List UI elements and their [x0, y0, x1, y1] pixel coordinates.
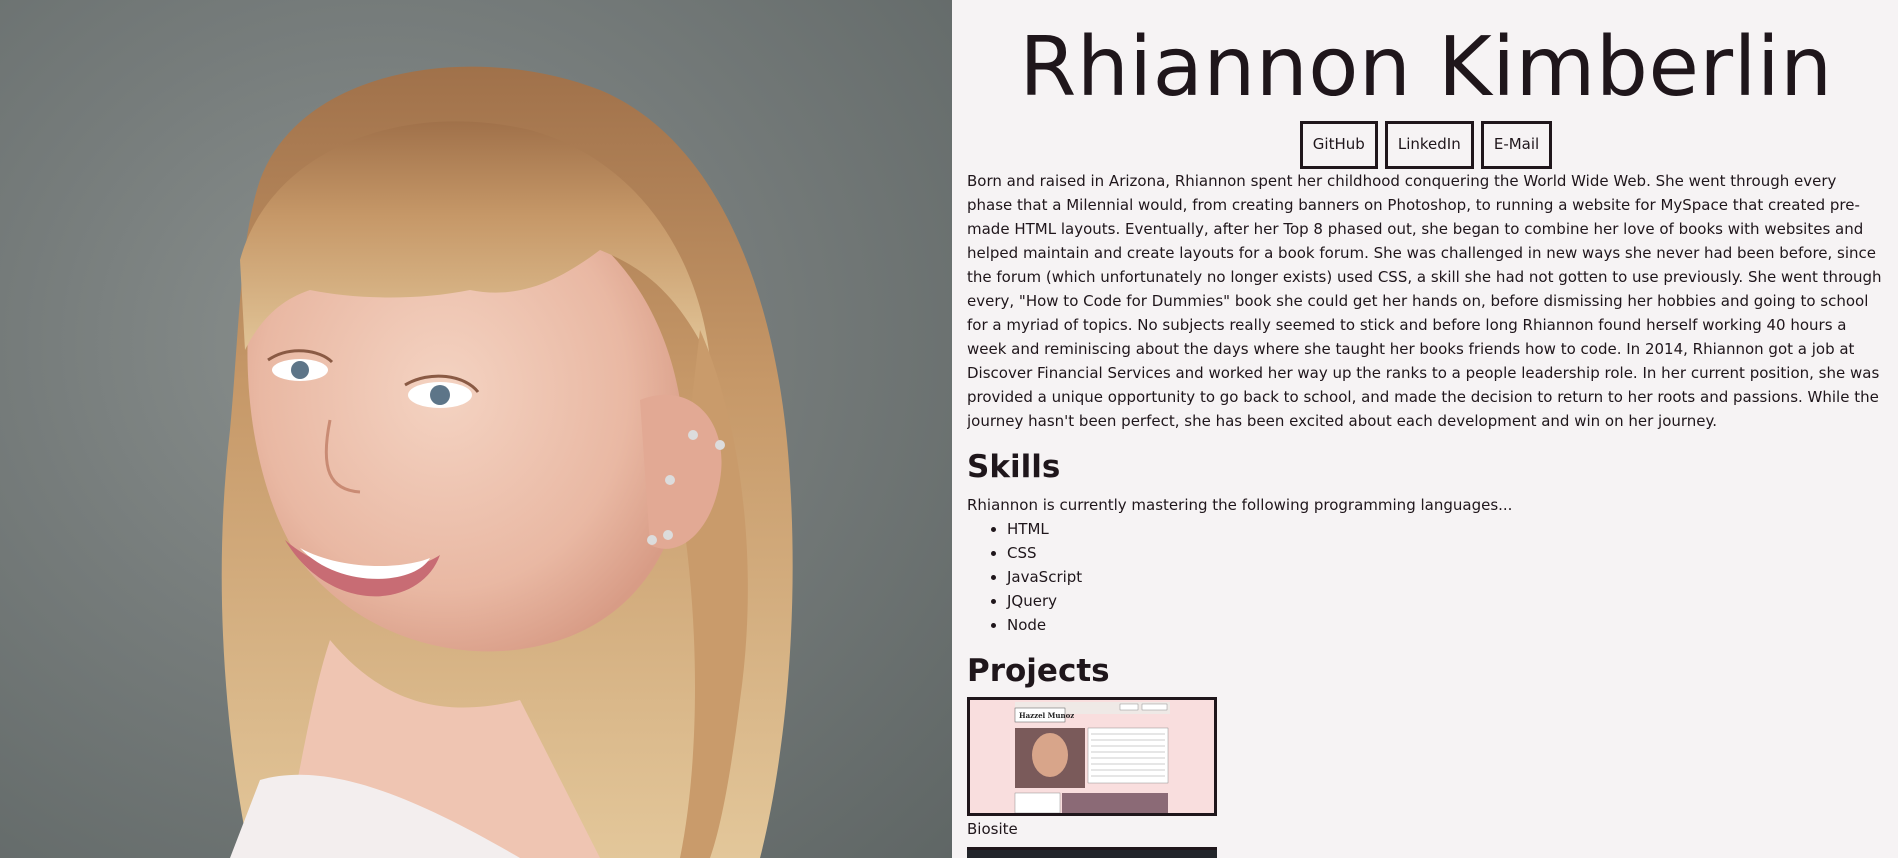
skill-item-css: CSS	[1007, 541, 1885, 565]
linkedin-link-button[interactable]: LinkedIn	[1384, 121, 1474, 169]
bio-paragraph: Born and raised in Arizona, Rhiannon spe…	[967, 172, 1882, 430]
thumb-title-text: Hazzel Munoz	[1019, 711, 1074, 720]
skills-list: HTML CSS JavaScript JQuery Node	[967, 517, 1885, 637]
project-second-thumbnail[interactable]	[967, 847, 1217, 858]
page-title: Rhiannon Kimberlin	[1019, 20, 1833, 115]
projects-heading: Projects	[967, 653, 1110, 689]
skill-item-jquery: JQuery	[1007, 589, 1885, 613]
skill-item-javascript: JavaScript	[1007, 565, 1885, 589]
skill-item-node: Node	[1007, 613, 1885, 637]
skills-heading: Skills	[967, 449, 1061, 485]
github-link-button[interactable]: GitHub	[1299, 121, 1378, 169]
skill-item-html: HTML	[1007, 517, 1885, 541]
skills-intro: Rhiannon is currently mastering the foll…	[967, 496, 1513, 514]
main-content: Rhiannon Kimberlin GitHub LinkedIn E-Mai…	[967, 0, 1885, 858]
email-link-button[interactable]: E-Mail	[1480, 121, 1553, 169]
biosite-preview-image: Hazzel Munoz	[970, 700, 1214, 813]
portfolio-page: Rhiannon Kimberlin GitHub LinkedIn E-Mai…	[0, 0, 1898, 858]
profile-photo	[0, 0, 952, 858]
social-links: GitHub LinkedIn E-Mail	[967, 121, 1885, 169]
project-biosite-caption: Biosite	[967, 820, 1018, 838]
project-biosite-thumbnail[interactable]: Hazzel Munoz	[967, 697, 1217, 816]
